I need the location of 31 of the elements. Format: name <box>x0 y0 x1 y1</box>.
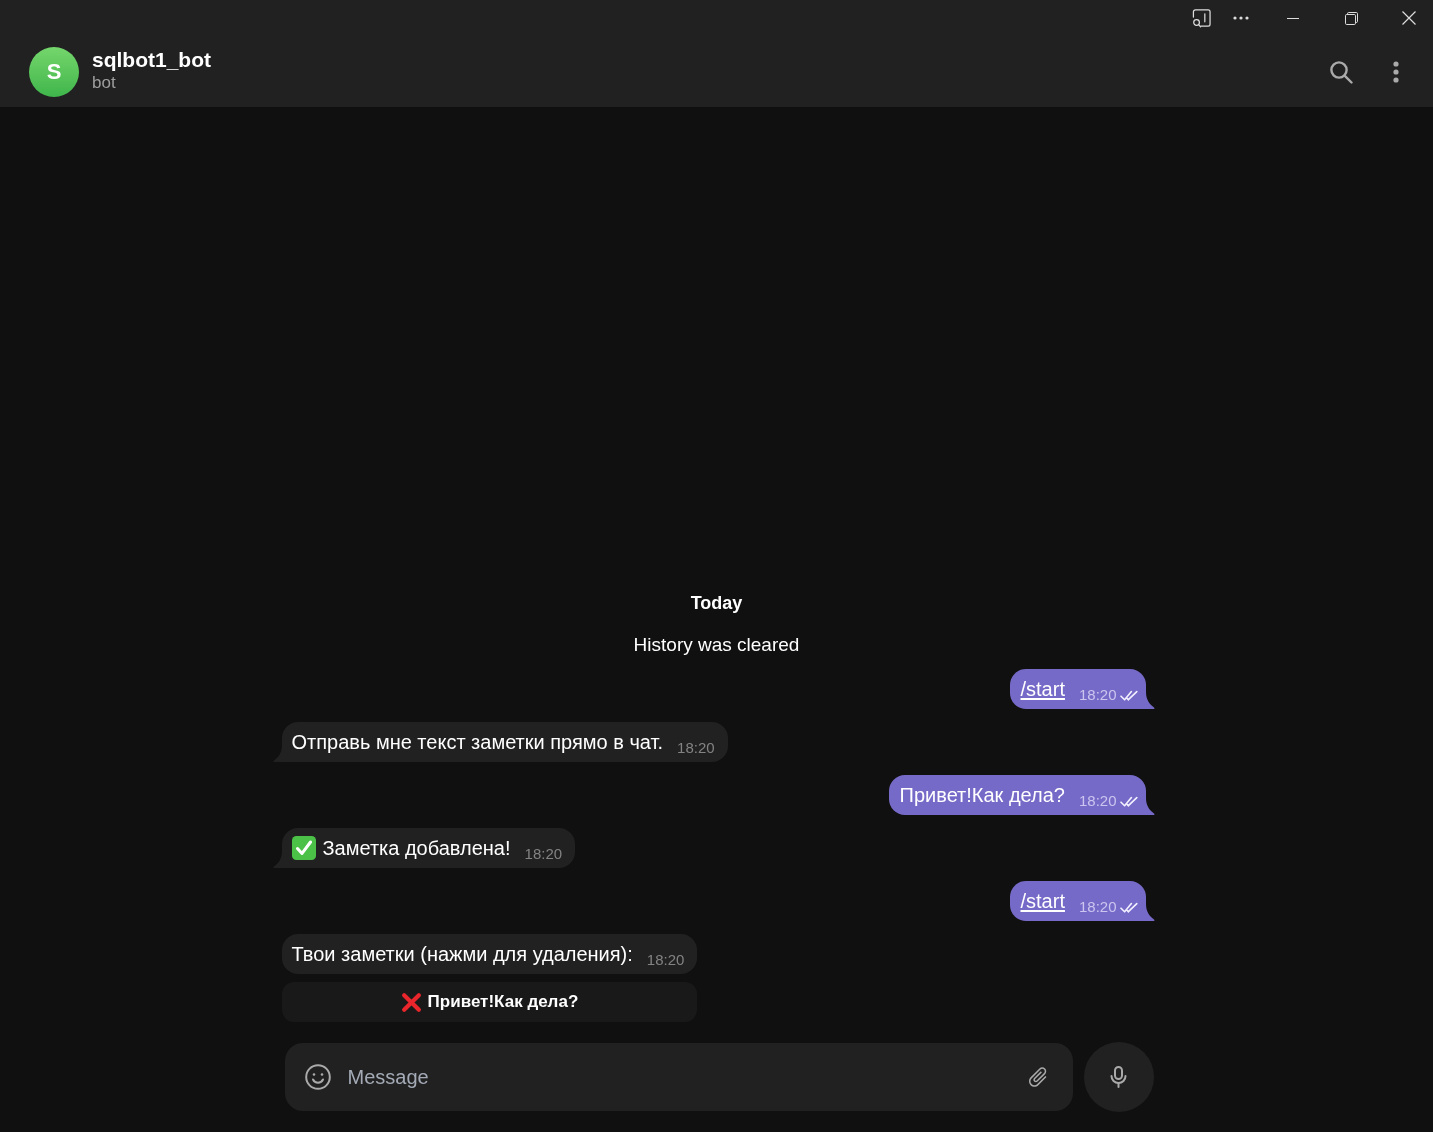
message-text: Отправь мне текст заметки прямо в чат. <box>291 730 664 754</box>
check-mark-icon <box>291 836 316 860</box>
more-vertical-icon <box>1393 60 1399 83</box>
smiley-icon <box>304 1064 331 1090</box>
message-text: Привет!Как дела? <box>899 783 1065 807</box>
message-time: 18:20 <box>1078 686 1117 704</box>
restore-icon <box>1344 11 1358 25</box>
ellipsis-icon <box>1233 16 1249 20</box>
frame-magnifier-icon <box>1191 8 1211 28</box>
message-time: 18:20 <box>1078 898 1117 916</box>
command-link[interactable]: /start <box>1020 889 1065 913</box>
search-icon <box>1329 59 1353 84</box>
message-input[interactable]: Message <box>347 1057 1026 1097</box>
microphone-icon <box>1110 1066 1127 1088</box>
close-icon <box>1402 11 1416 25</box>
cross-mark-icon <box>400 991 422 1013</box>
message-time: 18:20 <box>524 845 563 863</box>
message-time: 18:20 <box>677 739 715 757</box>
emoji-button[interactable] <box>304 1064 331 1090</box>
message-time: 18:20 <box>1078 792 1117 810</box>
chat-subtitle: bot <box>92 73 117 93</box>
message-time: 18:20 <box>646 951 685 969</box>
service-message: History was cleared <box>633 634 800 656</box>
chat-title: sqlbot1_bot <box>92 47 211 73</box>
minimize-icon <box>1287 17 1299 19</box>
command-link[interactable]: /start <box>1020 677 1065 701</box>
date-label: Today <box>690 592 743 614</box>
message-composer[interactable]: Message <box>284 1043 1073 1111</box>
message-text: Твои заметки (нажми для удаления): <box>291 942 633 966</box>
inline-keyboard-button[interactable]: Привет!Как дела? <box>281 982 698 1022</box>
message-text: Заметка добавлена! <box>322 836 511 860</box>
